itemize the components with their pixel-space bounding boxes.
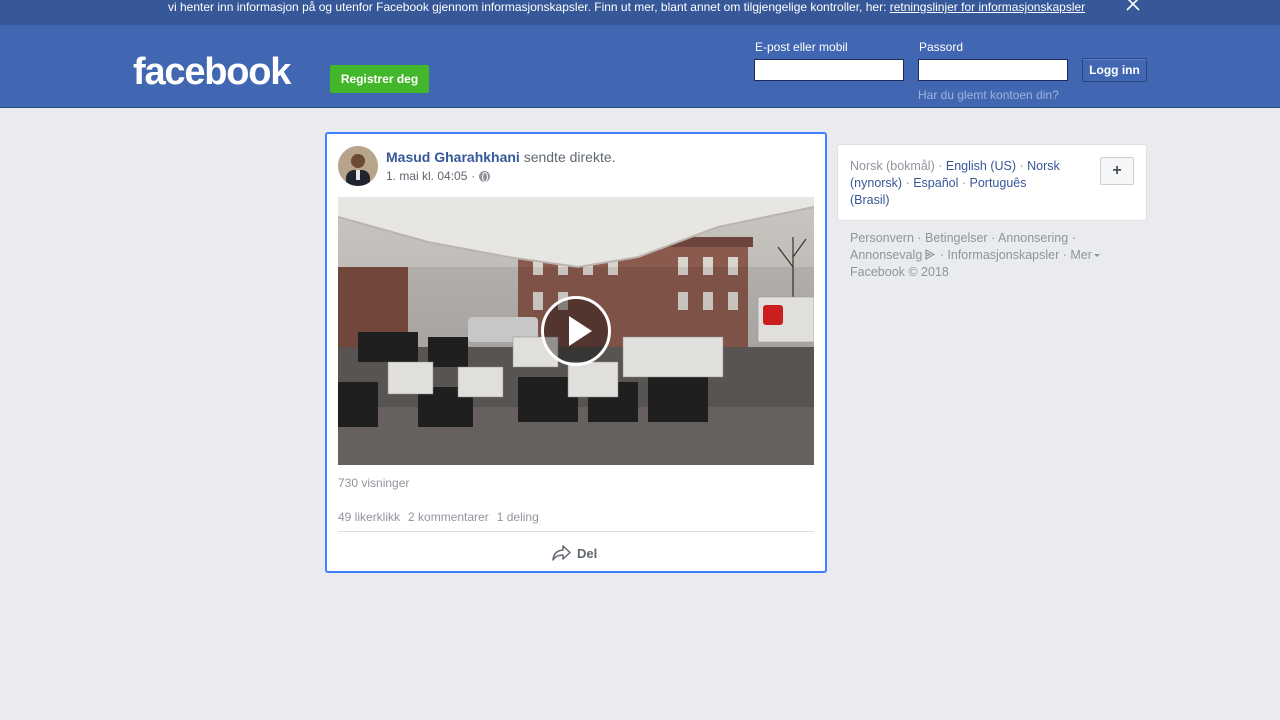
post-header: Masud Gharahkhani sendte direkte. bbox=[386, 149, 616, 165]
cookie-policy-link[interactable]: retningslinjer for informasjonskapsler bbox=[890, 0, 1085, 14]
author-avatar[interactable] bbox=[338, 146, 378, 186]
post-stats: 49 likerklikk 2 kommentarer 1 deling bbox=[338, 510, 539, 524]
share-button[interactable]: Del bbox=[552, 542, 597, 564]
copyright-text: Facebook © 2018 bbox=[850, 265, 949, 279]
language-list: Norsk (bokmål) · English (US) · Norsk (n… bbox=[850, 159, 1060, 207]
shares-count[interactable]: 1 deling bbox=[497, 510, 539, 524]
top-header: facebook Registrer deg E-post eller mobi… bbox=[0, 25, 1280, 108]
post-action-text: sendte direkte. bbox=[523, 149, 616, 165]
add-language-button[interactable]: + bbox=[1100, 157, 1134, 185]
caret-down-icon bbox=[1093, 254, 1100, 258]
footer-link-cookies[interactable]: Informasjonskapsler bbox=[947, 248, 1059, 262]
meta-separator: · bbox=[471, 169, 476, 183]
cookie-banner: vi henter inn informasjon på og utenfor … bbox=[0, 0, 1280, 25]
share-label: Del bbox=[577, 545, 598, 561]
action-divider bbox=[338, 531, 814, 532]
cookie-banner-text: vi henter inn informasjon på og utenfor … bbox=[168, 0, 1085, 14]
register-button[interactable]: Registrer deg bbox=[330, 65, 429, 93]
share-icon bbox=[552, 545, 571, 561]
footer-link-privacy[interactable]: Personvern bbox=[850, 231, 914, 245]
cookie-banner-message: vi henter inn informasjon på og utenfor … bbox=[168, 0, 890, 14]
footer-link-more[interactable]: Mer bbox=[1070, 248, 1100, 262]
login-button[interactable]: Logg inn bbox=[1082, 58, 1147, 82]
post-card: Masud Gharahkhani sendte direkte. 1. mai… bbox=[325, 132, 827, 573]
adchoices-icon bbox=[925, 249, 936, 260]
comments-count[interactable]: 2 kommentarer bbox=[408, 510, 489, 524]
play-icon[interactable] bbox=[541, 296, 611, 366]
footer-link-adchoices[interactable]: Annonsevalg bbox=[850, 248, 922, 262]
language-espanol[interactable]: Español bbox=[913, 176, 958, 190]
footer-link-advertising[interactable]: Annonsering bbox=[998, 231, 1068, 245]
facebook-logo[interactable]: facebook bbox=[133, 51, 291, 93]
language-english[interactable]: English (US) bbox=[946, 159, 1016, 173]
footer-link-terms[interactable]: Betingelser bbox=[925, 231, 988, 245]
more-label: Mer bbox=[1070, 248, 1092, 262]
email-label: E-post eller mobil bbox=[755, 40, 848, 54]
email-input[interactable] bbox=[754, 59, 904, 81]
view-count: 730 visninger bbox=[338, 476, 410, 490]
language-selector: Norsk (bokmål) · English (US) · Norsk (n… bbox=[837, 144, 1147, 221]
language-current: Norsk (bokmål) bbox=[850, 159, 935, 173]
password-input[interactable] bbox=[918, 59, 1068, 81]
video-player[interactable] bbox=[338, 197, 814, 465]
close-icon[interactable] bbox=[1124, 0, 1142, 13]
post-meta: 1. mai kl. 04:05 · bbox=[386, 169, 491, 183]
likes-count[interactable]: 49 likerklikk bbox=[338, 510, 400, 524]
globe-icon bbox=[479, 170, 491, 182]
forgot-account-link[interactable]: Har du glemt kontoen din? bbox=[918, 88, 1059, 102]
password-label: Passord bbox=[919, 40, 964, 54]
footer-links: Personvern · Betingelser · Annonsering ·… bbox=[850, 230, 1140, 281]
author-name-link[interactable]: Masud Gharahkhani bbox=[386, 149, 520, 165]
post-timestamp[interactable]: 1. mai kl. 04:05 bbox=[386, 169, 467, 183]
